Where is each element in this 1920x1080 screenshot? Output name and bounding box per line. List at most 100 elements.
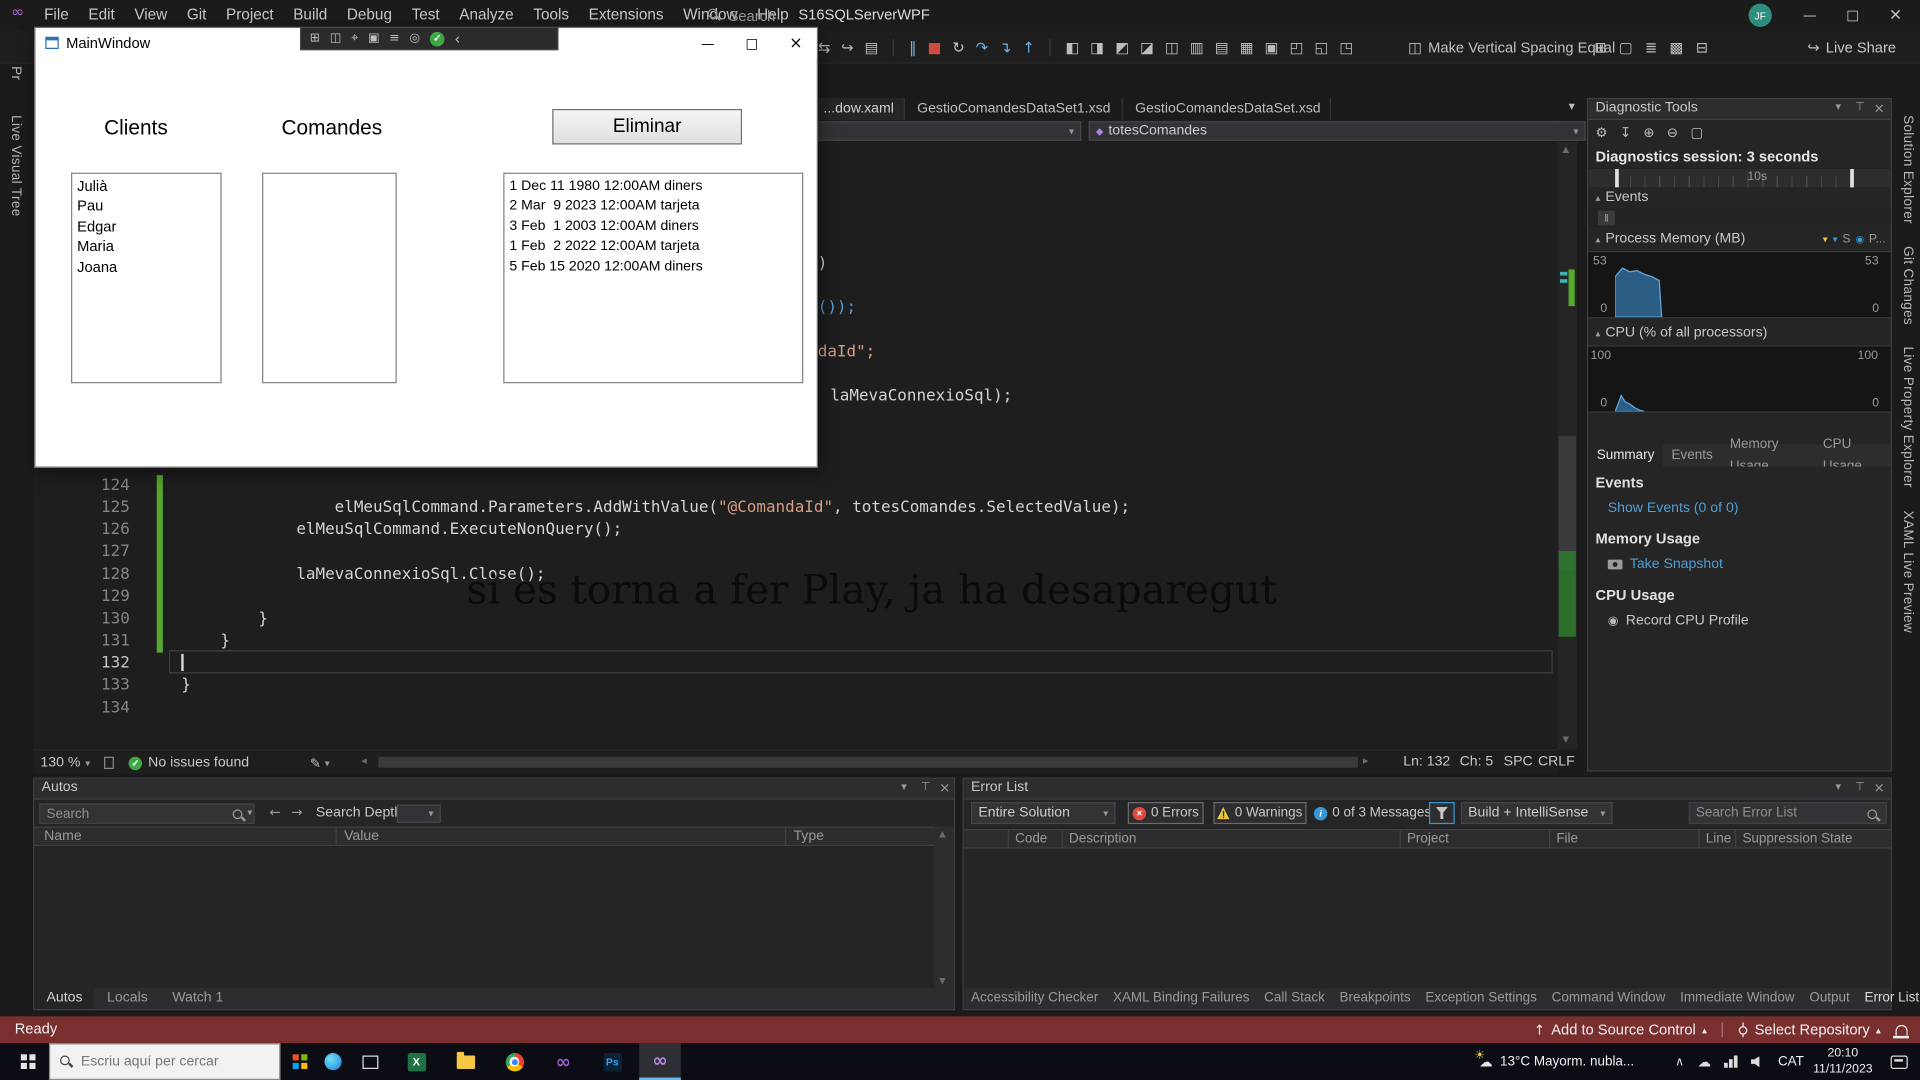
tab-dataset1-xsd[interactable]: GestioComandesDataSet1.xsd [905, 98, 1123, 120]
messages-toggle[interactable]: i 0 of 3 Messages [1314, 802, 1431, 824]
close-icon[interactable]: × [939, 780, 950, 796]
autos-title-bar[interactable]: Autos ▾ ⊤ × [34, 779, 954, 800]
debug-icon[interactable]: ■ [928, 39, 942, 56]
toolbar-icon[interactable]: ⇆ [818, 39, 830, 56]
alignment-icon[interactable]: ◩ [1115, 39, 1129, 56]
taskbar-search[interactable] [49, 1043, 280, 1080]
zoom-dropdown[interactable]: 130 % ▾ [40, 751, 90, 775]
sidebar-tab[interactable]: Git Changes [1900, 246, 1915, 325]
window-menu-icon[interactable]: ▾ [1836, 781, 1842, 793]
binding-success-icon[interactable]: ✓ [430, 31, 445, 46]
pin-icon[interactable]: ⊤ [921, 781, 931, 793]
debug-icon[interactable]: ↷ [976, 39, 988, 56]
xaml-toolbar-icon[interactable]: ≡ [389, 32, 399, 45]
bottom-panel-tab[interactable]: Exception Settings [1418, 988, 1544, 1009]
memory-section-header[interactable]: ▴ Process Memory (MB) ▾ ▾ S ◉ P... [1596, 231, 1886, 246]
autos-search-input[interactable] [39, 803, 255, 824]
tab-list-dropdown-icon[interactable]: ▾ [1569, 100, 1575, 113]
column-header-project[interactable]: Project [1407, 831, 1449, 846]
warnings-toggle[interactable]: 0 Warnings [1213, 802, 1306, 824]
search-depth-dropdown[interactable]: ▾ [397, 804, 441, 822]
column-header-type[interactable]: Type [793, 829, 824, 844]
diagnostics-toolbar-icon[interactable]: ⊖ [1667, 124, 1678, 140]
alignment-icon[interactable]: ◧ [1065, 39, 1079, 56]
record-cpu-profile-link[interactable]: Record CPU Profile [1626, 613, 1749, 628]
start-button[interactable] [10, 1043, 47, 1080]
debug-icon[interactable]: ↑ [1022, 39, 1034, 56]
tab-dataset-xsd[interactable]: GestioComandesDataSet.xsd [1123, 98, 1331, 120]
alignment-icon[interactable]: ▤ [1215, 39, 1229, 56]
onedrive-icon[interactable]: ☁ [1698, 1054, 1711, 1070]
alignment-icon[interactable]: ▦ [1240, 39, 1254, 56]
comandes-listbox[interactable] [262, 173, 397, 384]
scroll-down-icon[interactable]: ▼ [1562, 735, 1569, 745]
column-header-code[interactable]: Code [1015, 831, 1047, 846]
bottom-panel-tab[interactable]: Accessibility Checker [964, 988, 1106, 1009]
app-close-button[interactable]: × [776, 28, 815, 59]
search-icon[interactable] [233, 809, 246, 822]
bottom-panel-tab[interactable]: Output [1802, 988, 1857, 1009]
toolbar-icon[interactable]: ≣ [1645, 39, 1657, 56]
back-arrow-icon[interactable]: ← [269, 804, 280, 820]
task-view-button[interactable] [353, 1043, 387, 1080]
list-item[interactable]: Edgar [72, 217, 220, 237]
debug-icon[interactable]: ↻ [952, 39, 964, 56]
action-center-button[interactable] [1883, 1043, 1915, 1080]
column-header-description[interactable]: Description [1069, 831, 1136, 846]
bottom-panel-tab[interactable]: Command Window [1544, 988, 1672, 1009]
taskbar-photoshop-app[interactable]: Ps [595, 1043, 629, 1080]
scope-dropdown[interactable]: Entire Solution ▾ [971, 802, 1115, 824]
scroll-down-icon[interactable]: ▼ [939, 976, 946, 986]
scroll-right-icon[interactable]: ▸ [1363, 756, 1369, 768]
toolbar-icon[interactable]: ▢ [1619, 39, 1633, 56]
taskbar-search-input[interactable] [81, 1054, 265, 1069]
list-item[interactable]: 1 Feb 2 2022 12:00AM tarjeta [504, 237, 802, 257]
avatar[interactable]: JF [1749, 4, 1772, 27]
alignment-icon[interactable]: ◰ [1290, 39, 1304, 56]
bottom-panel-tab[interactable]: Immediate Window [1673, 988, 1802, 1009]
window-close-button[interactable]: × [1876, 0, 1915, 31]
pin-icon[interactable]: ⊤ [1855, 102, 1865, 114]
source-dropdown[interactable]: Build + IntelliSense ▾ [1461, 802, 1613, 824]
collapse-toolbar-icon[interactable]: ‹ [454, 30, 460, 47]
xaml-toolbar-icon[interactable]: ⌖ [351, 32, 358, 45]
tab-events[interactable]: Events [1663, 444, 1721, 466]
dates-listbox[interactable]: 1 Dec 11 1980 12:00AM diners2 Mar 9 2023… [503, 173, 803, 384]
bottom-panel-tab[interactable]: XAML Binding Failures [1106, 988, 1257, 1009]
app-minimize-button[interactable]: — [688, 28, 727, 59]
filter-button[interactable] [1429, 802, 1455, 824]
pin-icon[interactable]: ⊤ [1855, 781, 1865, 793]
column-header-suppression[interactable]: Suppression State [1742, 831, 1852, 846]
volume-icon[interactable] [1751, 1056, 1762, 1067]
bottom-panel-tab[interactable]: Error List ... [1857, 988, 1920, 1009]
taskbar-chrome-app[interactable] [497, 1043, 531, 1080]
close-icon[interactable]: × [1873, 780, 1884, 796]
toolbar-icon[interactable]: ⊟ [1696, 39, 1708, 56]
sidebar-tab[interactable]: Solution Explorer [1900, 115, 1915, 224]
bottom-panel-tab[interactable]: Breakpoints [1332, 988, 1418, 1009]
clients-listbox[interactable]: JuliàPauEdgarMariaJoana [71, 173, 222, 384]
clock[interactable]: 20:10 11/11/2023 [1810, 1046, 1876, 1078]
alignment-icon[interactable]: ◱ [1314, 39, 1328, 56]
list-item[interactable]: 5 Feb 15 2020 12:00AM diners [504, 257, 802, 277]
sidebar-tab[interactable]: Live Property Explorer [1900, 347, 1915, 488]
list-item[interactable]: 3 Feb 1 2003 12:00AM diners [504, 217, 802, 237]
editor-vertical-scrollbar[interactable]: ▲ ▼ [1558, 142, 1578, 749]
select-repository-button[interactable]: Select Repository ▴ [1737, 1021, 1880, 1038]
window-minimize-button[interactable]: — [1790, 0, 1829, 31]
autos-grid-body[interactable] [34, 846, 934, 990]
toolbar-icon[interactable]: ▤ [865, 39, 879, 56]
list-item[interactable]: 1 Dec 11 1980 12:00AM diners [504, 176, 802, 196]
window-menu-icon[interactable]: ▾ [1836, 102, 1842, 114]
xaml-toolbar-icon[interactable]: ◫ [330, 32, 342, 45]
document-health-icon[interactable] [104, 757, 114, 769]
column-header-value[interactable]: Value [344, 829, 379, 844]
issues-indicator[interactable]: ✓ No issues found [129, 751, 250, 775]
alignment-icon[interactable]: ◪ [1140, 39, 1154, 56]
xaml-toolbar-icon[interactable]: ◎ [409, 32, 420, 45]
list-item[interactable]: Pau [72, 196, 220, 216]
taskbar-excel-app[interactable]: X [399, 1043, 433, 1080]
diagnostics-toolbar-icon[interactable]: ↧ [1620, 124, 1631, 140]
alignment-icon[interactable]: ◳ [1339, 39, 1353, 56]
xaml-toolbar-icon[interactable]: ⊞ [310, 32, 320, 45]
